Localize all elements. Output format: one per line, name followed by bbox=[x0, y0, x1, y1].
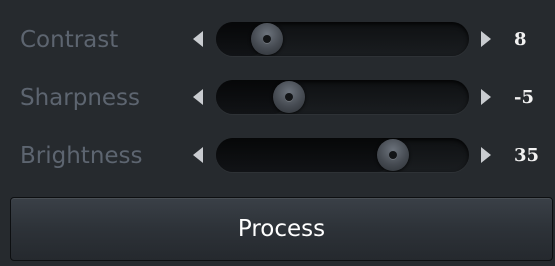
sharpness-increase-icon[interactable] bbox=[481, 89, 491, 105]
sharpness-decrease-icon[interactable] bbox=[193, 89, 203, 105]
process-button[interactable]: Process bbox=[10, 197, 553, 261]
contrast-slider-knob[interactable] bbox=[250, 23, 283, 55]
brightness-row: Brightness 35 bbox=[0, 126, 555, 186]
brightness-increase-icon[interactable] bbox=[481, 147, 491, 163]
sharpness-label: Sharpness bbox=[20, 85, 141, 111]
sharpness-slider-knob[interactable] bbox=[273, 81, 306, 113]
sharpness-value: -5 bbox=[514, 87, 534, 108]
contrast-decrease-icon[interactable] bbox=[193, 31, 203, 47]
contrast-value: 8 bbox=[514, 29, 527, 50]
brightness-value: 35 bbox=[514, 145, 540, 166]
contrast-row: Contrast 8 bbox=[0, 10, 555, 70]
contrast-slider-track[interactable] bbox=[216, 22, 469, 56]
brightness-decrease-icon[interactable] bbox=[193, 147, 203, 163]
contrast-increase-icon[interactable] bbox=[481, 31, 491, 47]
brightness-label: Brightness bbox=[20, 143, 143, 169]
sharpness-slider-track[interactable] bbox=[216, 80, 469, 114]
sharpness-row: Sharpness -5 bbox=[0, 68, 555, 128]
contrast-label: Contrast bbox=[20, 27, 119, 53]
brightness-slider-track[interactable] bbox=[216, 138, 469, 172]
brightness-slider-fill bbox=[216, 138, 394, 172]
brightness-slider-knob[interactable] bbox=[377, 139, 410, 171]
